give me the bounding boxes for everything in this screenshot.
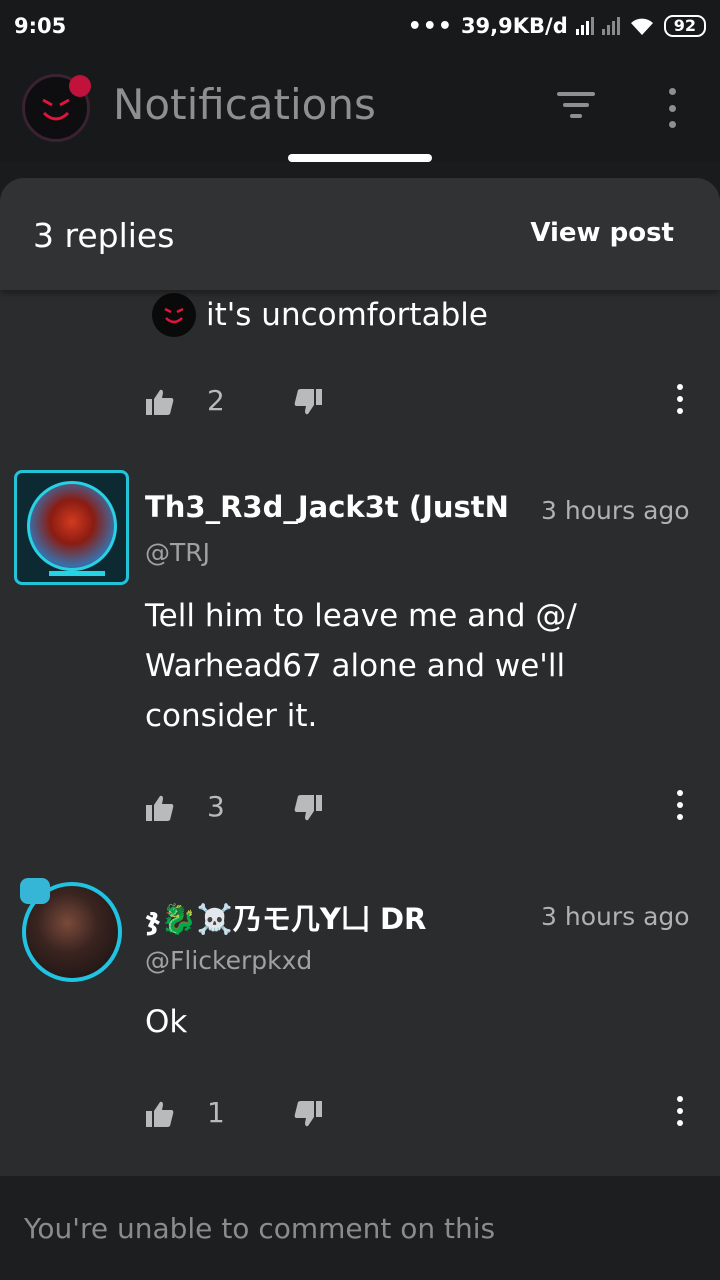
user-handle: @Flickerpkxd bbox=[145, 946, 313, 975]
avatar-badge bbox=[20, 878, 50, 904]
dislike-icon[interactable] bbox=[293, 388, 323, 416]
signal-icon bbox=[575, 17, 594, 35]
avatar[interactable] bbox=[14, 470, 129, 585]
username[interactable]: ჯ🐉☠️乃モ几Y凵 DR bbox=[145, 896, 522, 938]
wifi-icon bbox=[630, 18, 653, 35]
status-bar: 9:05 ••• 39,9KB/d 92 bbox=[0, 0, 720, 52]
like-count: 1 bbox=[207, 1096, 225, 1129]
drag-handle[interactable] bbox=[288, 154, 432, 162]
sheet-header: 3 replies View post bbox=[0, 178, 720, 290]
status-time: 9:05 bbox=[14, 14, 67, 38]
like-icon[interactable] bbox=[145, 388, 175, 416]
notification-badge bbox=[69, 75, 91, 97]
page-title: Notifications bbox=[113, 80, 376, 129]
reply-text: Ok bbox=[145, 1004, 188, 1040]
signal-2-icon bbox=[601, 17, 620, 35]
dislike-icon[interactable] bbox=[293, 1100, 323, 1128]
app-header: Notifications bbox=[0, 52, 720, 162]
angry-face-icon bbox=[152, 293, 196, 337]
reply-text: it's uncomfortable bbox=[152, 290, 488, 340]
overflow-menu-button[interactable] bbox=[660, 88, 684, 128]
replies-sheet: 3 replies View post it's uncomfortable 2… bbox=[0, 178, 720, 1280]
network-speed: 39,9KB/d bbox=[460, 14, 568, 38]
comment-bar: You're unable to comment on this bbox=[0, 1176, 720, 1280]
user-handle: @TRJ bbox=[145, 538, 211, 567]
reply-text: Tell him to leave me and @/ Warhead67 al… bbox=[145, 598, 577, 734]
more-options-button[interactable] bbox=[675, 384, 685, 414]
status-indicators: ••• 39,9KB/d 92 bbox=[408, 14, 706, 39]
profile-avatar[interactable] bbox=[22, 74, 91, 142]
notification-dots: ••• bbox=[407, 13, 453, 39]
reply-actions: 2 bbox=[145, 382, 705, 422]
reply-actions: 3 bbox=[145, 788, 705, 828]
like-count: 3 bbox=[207, 790, 225, 823]
username[interactable]: Th3_R3d_Jack3t (JustN bbox=[145, 490, 522, 524]
like-count: 2 bbox=[207, 384, 225, 417]
timestamp: 3 hours ago bbox=[541, 902, 690, 931]
battery-indicator: 92 bbox=[663, 15, 706, 37]
more-options-button[interactable] bbox=[675, 790, 685, 820]
comment-disabled-message: You're unable to comment on this bbox=[24, 1212, 496, 1245]
like-icon[interactable] bbox=[145, 794, 175, 822]
avatar[interactable] bbox=[20, 878, 122, 982]
dislike-icon[interactable] bbox=[293, 794, 323, 822]
like-icon[interactable] bbox=[145, 1100, 175, 1128]
reply-actions: 1 bbox=[145, 1094, 705, 1134]
timestamp: 3 hours ago bbox=[541, 496, 690, 525]
more-options-button[interactable] bbox=[675, 1096, 685, 1126]
filter-button[interactable] bbox=[556, 92, 596, 122]
view-post-button[interactable]: View post bbox=[530, 218, 674, 248]
replies-count: 3 replies bbox=[33, 216, 175, 255]
